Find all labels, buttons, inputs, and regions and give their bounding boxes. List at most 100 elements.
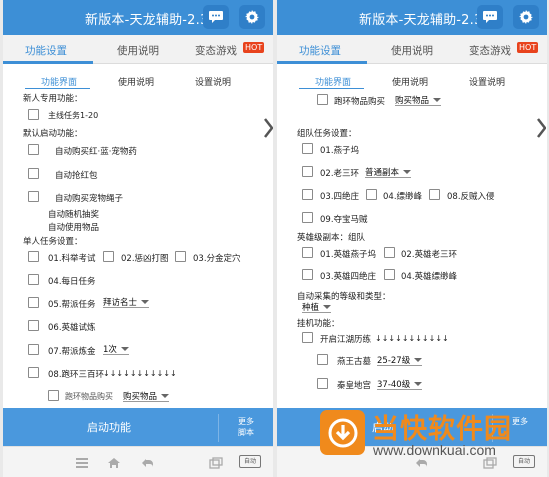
checkbox-yanwang[interactable] — [317, 354, 328, 365]
checkbox-t04[interactable] — [366, 189, 377, 200]
chevron-down-icon — [120, 347, 129, 351]
checkbox-auto-red-envelope[interactable] — [28, 168, 39, 179]
chevron-right-icon[interactable] — [263, 117, 273, 139]
menu-icon[interactable] — [75, 457, 89, 469]
subtab-settings-guide[interactable]: 设置说明 — [195, 75, 231, 88]
start-bar: 启动功能 更多 脚本 — [3, 408, 273, 446]
select-t02-value: 普通副本 — [365, 168, 400, 178]
checkbox-q02[interactable] — [103, 251, 114, 262]
chat-button[interactable] — [203, 5, 229, 29]
chevron-right-icon[interactable] — [536, 117, 546, 139]
tab-function-settings[interactable]: 功能设置 — [299, 43, 341, 58]
checkbox-q04[interactable] — [28, 274, 39, 285]
select-gather-type-value: 种植 — [302, 303, 320, 313]
chevron-down-icon — [161, 394, 170, 398]
title-bar: 新版本-天龙辅助-2.3 — [3, 0, 273, 35]
checkbox-q08[interactable] — [28, 367, 39, 378]
watermark-url: www.downkuai.com — [373, 442, 496, 458]
checkbox-jianghu[interactable] — [302, 332, 313, 343]
back-icon[interactable] — [141, 457, 155, 469]
settings-button[interactable] — [239, 5, 265, 29]
checkbox-t03[interactable] — [302, 189, 313, 200]
checkbox-auto-buy-potion[interactable] — [28, 144, 39, 155]
checkbox-t02[interactable] — [302, 166, 313, 177]
settings-content: 跑环物品购买 购买物品 组队任务设置： 01.燕子坞 02.老三环 普通副本 0… — [277, 90, 547, 405]
tab-bt-games[interactable]: 变态游戏 — [469, 43, 511, 58]
checkbox-ring-buy[interactable] — [317, 94, 328, 105]
home-icon[interactable] — [107, 457, 121, 469]
chat-button[interactable] — [477, 5, 503, 29]
checkbox-q01[interactable] — [28, 251, 39, 262]
auto-toggle-label: 自动 — [517, 458, 530, 465]
label-main-quest: 主线任务1-20 — [48, 111, 99, 120]
checkbox-h01[interactable] — [302, 247, 313, 258]
select-yanwang-level[interactable]: 25-27级 — [377, 354, 423, 366]
select-q07[interactable]: 1次 — [103, 343, 129, 355]
checkbox-t08[interactable] — [429, 189, 440, 200]
label-q06: 06.英雄试炼 — [48, 323, 96, 333]
sub-tabs: 功能界面 使用说明 设置说明 — [3, 72, 273, 90]
checkbox-main-quest[interactable] — [28, 109, 39, 120]
newbie-header: 新人专用功能： — [23, 94, 83, 104]
select-ring-buy-value: 购买物品 — [395, 96, 430, 106]
checkbox-ring-buy-cut[interactable] — [48, 390, 59, 401]
start-function-button[interactable]: 启动功能 — [3, 419, 215, 435]
window-icon[interactable] — [209, 457, 223, 469]
app-title: 新版本-天龙辅助-2.3 — [359, 13, 483, 28]
back-icon[interactable] — [415, 457, 429, 469]
select-ring-buy-cut-value: 购买物品 — [123, 392, 158, 402]
label-auto-use-items: 自动使用物品 — [48, 223, 100, 233]
checkbox-q05[interactable] — [28, 297, 39, 308]
system-nav-bar: 自动 — [3, 446, 273, 477]
label-qinhuang: 秦皇地宫 — [337, 381, 372, 391]
checkbox-h04[interactable] — [384, 269, 395, 280]
subtab-function-ui[interactable]: 功能界面 — [41, 75, 77, 88]
checkbox-t01[interactable] — [302, 143, 313, 154]
checkbox-auto-buy-rope[interactable] — [28, 191, 39, 202]
select-q05[interactable]: 拜访名士 — [103, 296, 150, 308]
hot-badge: HOT — [517, 42, 539, 53]
subtab-function-ui[interactable]: 功能界面 — [315, 75, 351, 88]
tab-usage-guide[interactable]: 使用说明 — [117, 43, 159, 58]
label-ring-buy: 跑环物品购买 — [334, 97, 386, 107]
more-scripts-button[interactable]: 更多 脚本 — [218, 414, 273, 442]
select-ring-buy-cut[interactable]: 购买物品 — [123, 390, 170, 402]
select-ring-buy[interactable]: 购买物品 — [395, 94, 442, 106]
checkbox-h03[interactable] — [302, 269, 313, 280]
label-yanwang: 燕王古墓 — [337, 357, 372, 367]
label-t04: 04.缥缈峰 — [383, 192, 423, 202]
auto-toggle-label: 自动 — [243, 458, 256, 465]
tab-usage-guide[interactable]: 使用说明 — [391, 43, 433, 58]
select-qinhuang-level[interactable]: 37-40级 — [377, 378, 423, 390]
select-yanwang-value: 25-27级 — [377, 356, 411, 366]
subtab-usage[interactable]: 使用说明 — [392, 75, 428, 88]
auto-toggle[interactable]: 自动 — [239, 455, 261, 468]
screenshot-composite: 新版本-天龙辅助-2.3 功能设置 使用说明 变态游戏 HOT 功能界面 使用说… — [0, 0, 549, 477]
window-icon[interactable] — [483, 457, 497, 469]
checkbox-qinhuang[interactable] — [317, 378, 328, 389]
checkbox-q06[interactable] — [28, 320, 39, 331]
settings-content: 新人专用功能： 主线任务1-20 默认启动功能： 自动购买红·蓝·宠物药 自动抢… — [3, 90, 273, 405]
settings-button[interactable] — [513, 5, 539, 29]
label-q04: 04.每日任务 — [48, 277, 96, 287]
auto-toggle[interactable]: 自动 — [513, 455, 535, 468]
checkbox-t09[interactable] — [302, 212, 313, 223]
gear-icon — [519, 10, 533, 24]
label-q01: 01.科举考试 — [48, 254, 96, 264]
select-gather-type[interactable]: 种植 — [302, 301, 332, 313]
checkbox-h02[interactable] — [384, 247, 395, 258]
select-q07-value: 1次 — [103, 345, 117, 355]
tab-bt-games[interactable]: 变态游戏 — [195, 43, 237, 58]
select-q05-value: 拜访名士 — [103, 298, 138, 308]
subtab-usage[interactable]: 使用说明 — [118, 75, 154, 88]
hero-dungeon-header: 英雄级副本：组队 — [297, 233, 366, 243]
chevron-down-icon — [433, 98, 442, 102]
label-q05: 05.帮派任务 — [48, 300, 96, 310]
checkbox-q07[interactable] — [28, 344, 39, 355]
label-auto-red-envelope: 自动抢红包 — [55, 171, 98, 181]
tab-function-settings[interactable]: 功能设置 — [25, 43, 67, 58]
main-tabs: 功能设置 使用说明 变态游戏 HOT — [277, 35, 547, 64]
subtab-settings-guide[interactable]: 设置说明 — [469, 75, 505, 88]
select-t02[interactable]: 普通副本 — [365, 166, 412, 178]
checkbox-q03[interactable] — [175, 251, 186, 262]
